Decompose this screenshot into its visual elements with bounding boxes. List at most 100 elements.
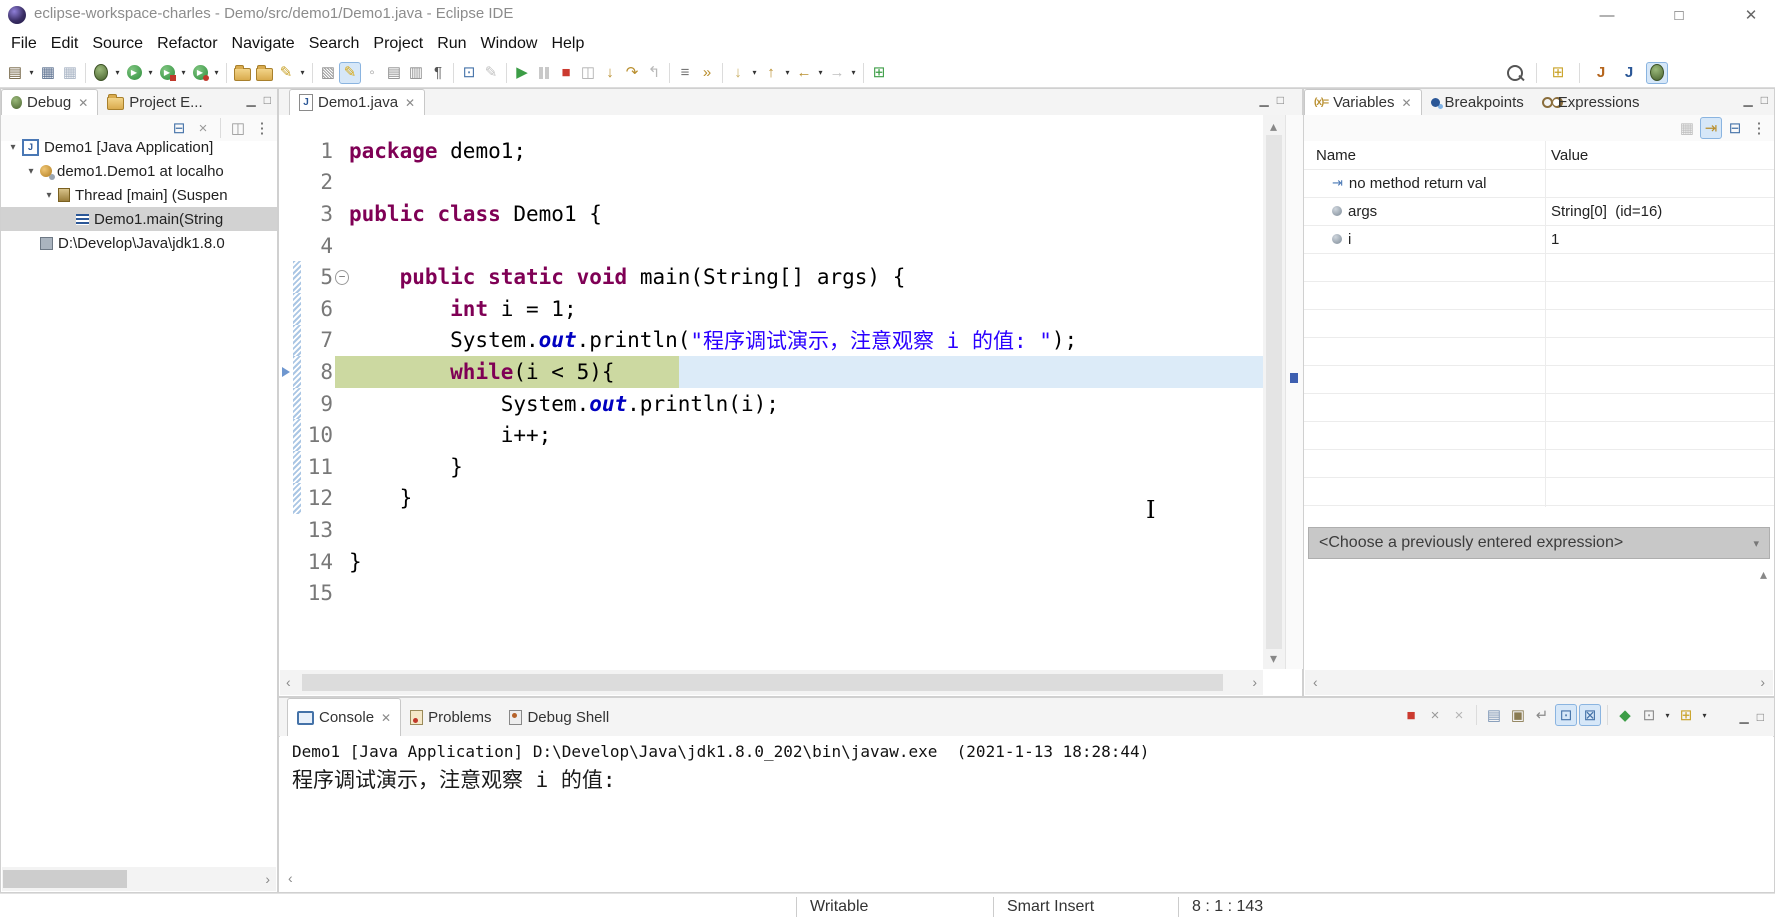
current-line-marker[interactable] <box>1290 373 1298 383</box>
java-perspective-button[interactable]: J <box>1590 62 1612 84</box>
new-wizard-button[interactable]: ▤ <box>4 62 26 84</box>
code-line-14[interactable]: 14} <box>279 546 1263 578</box>
maximize-view-icon[interactable]: □ <box>264 93 271 107</box>
save-button[interactable]: ▦ <box>37 62 59 84</box>
debug-tree-item-1[interactable]: ▾demo1.Demo1 at localho <box>1 159 277 183</box>
code-text[interactable] <box>349 577 1263 609</box>
scroll-left-icon[interactable]: ‹ <box>288 871 293 885</box>
debug-tree-item-4[interactable]: D:\Develop\Java\jdk1.8.0 <box>1 231 277 255</box>
open-resource-button[interactable] <box>253 62 275 84</box>
search-icon[interactable] <box>1504 62 1526 84</box>
minimize-window-button[interactable]: — <box>1585 0 1629 30</box>
editor-vscrollbar[interactable]: ▴ ▾ <box>1263 115 1285 669</box>
minimize-view-icon[interactable]: ▁ <box>1260 93 1269 107</box>
terminate-console-button[interactable]: ■ <box>1400 704 1422 726</box>
show-stdout-toggle[interactable]: ⊡ <box>1555 704 1577 726</box>
step-into-button[interactable]: ↓ <box>599 62 621 84</box>
remove-launch-button[interactable]: × <box>1424 704 1446 726</box>
scroll-up-icon[interactable]: ▴ <box>1760 567 1767 581</box>
code-line-5[interactable]: 5− public static void main(String[] args… <box>279 261 1263 293</box>
detail-pane[interactable]: ▴ <box>1305 559 1773 671</box>
collapse-fold-icon[interactable]: − <box>335 270 349 285</box>
debug-tree-item-0[interactable]: ▾JDemo1 [Java Application] <box>1 135 277 159</box>
scroll-up-icon[interactable]: ▴ <box>1270 119 1277 133</box>
menu-navigate[interactable]: Navigate <box>225 35 302 53</box>
chevron-down-icon[interactable]: ▾ <box>1753 537 1759 550</box>
maximize-window-button[interactable]: □ <box>1657 0 1701 30</box>
menu-window[interactable]: Window <box>474 35 545 53</box>
close-tab-icon[interactable]: ✕ <box>405 96 415 110</box>
scroll-right-icon[interactable]: › <box>1760 675 1765 689</box>
code-text[interactable]: } <box>349 546 1263 578</box>
vars-tab-variables[interactable]: (x)=Variables✕ <box>1304 89 1422 116</box>
scroll-left-icon[interactable]: ‹ <box>286 675 291 689</box>
annotation-button[interactable]: ◦ <box>361 62 383 84</box>
code-text[interactable]: int i = 1; <box>349 293 1263 325</box>
last-edit-location-button[interactable]: ⊞ <box>868 62 890 84</box>
code-line-9[interactable]: 9 System.out.println(i); <box>279 388 1263 420</box>
word-wrap-toggle[interactable]: ↵ <box>1531 704 1553 726</box>
maximize-view-icon[interactable]: □ <box>1757 710 1764 724</box>
debug-tab-debug[interactable]: Debug✕ <box>1 89 98 116</box>
menu-search[interactable]: Search <box>302 35 367 53</box>
open-perspective-button[interactable]: ⊞ <box>1547 62 1569 84</box>
scroll-left-icon[interactable]: ‹ <box>1313 675 1318 689</box>
disconnect-button[interactable]: ◫ <box>577 62 599 84</box>
skip-breakpoints-toggle[interactable]: ≡ <box>674 62 696 84</box>
pin-console-toggle[interactable]: ◆ <box>1614 704 1636 726</box>
menu-project[interactable]: Project <box>366 35 430 53</box>
previous-annotation-button[interactable]: ↑ <box>760 62 782 84</box>
console-tab-console[interactable]: Console✕ <box>287 698 401 737</box>
code-editor[interactable]: 1package demo1;23public class Demo1 {45−… <box>279 115 1263 669</box>
code-line-10[interactable]: 10 i++; <box>279 419 1263 451</box>
collapse-all-button[interactable]: ⊟ <box>1724 117 1746 139</box>
menu-file[interactable]: File <box>4 35 44 53</box>
column-header-value[interactable]: Value <box>1545 147 1588 164</box>
minimize-view-icon[interactable]: ▁ <box>1744 93 1753 107</box>
debug-perspective-button[interactable] <box>1646 62 1668 84</box>
new-snippet-button[interactable]: ▧ <box>317 62 339 84</box>
menu-run[interactable]: Run <box>430 35 473 53</box>
menu-edit[interactable]: Edit <box>44 35 86 53</box>
previous-annotation-button-dropdown[interactable]: ▾ <box>782 68 793 77</box>
resume-button[interactable]: ▶ <box>511 62 533 84</box>
close-tab-icon[interactable]: ✕ <box>381 711 391 725</box>
show-stderr-toggle[interactable]: ⊠ <box>1579 704 1601 726</box>
scroll-down-icon[interactable]: ▾ <box>1270 651 1277 665</box>
column-header-name[interactable]: Name <box>1304 147 1545 164</box>
show-whitespace-toggle[interactable]: ¶ <box>427 62 449 84</box>
code-line-2[interactable]: 2 <box>279 167 1263 199</box>
code-line-11[interactable]: 11 } <box>279 451 1263 483</box>
debug-tab-project-e-[interactable]: Project E... <box>98 89 211 115</box>
code-text[interactable]: i++; <box>349 419 1263 451</box>
scrollbar-thumb[interactable] <box>302 674 1223 691</box>
code-text[interactable]: public static void main(String[] args) { <box>349 261 1263 293</box>
console-tab-problems[interactable]: Problems <box>401 698 500 736</box>
code-line-6[interactable]: 6 int i = 1; <box>279 293 1263 325</box>
chevron-expanded-icon[interactable]: ▾ <box>7 142 19 153</box>
code-line-3[interactable]: 3public class Demo1 { <box>279 198 1263 230</box>
console-output-area[interactable]: Demo1 [Java Application] D:\Develop\Java… <box>280 736 1773 891</box>
javadoc-wizard-button[interactable]: ✎ <box>275 62 297 84</box>
chevron-expanded-icon[interactable]: ▾ <box>25 166 37 177</box>
back-button[interactable]: ← <box>793 62 815 84</box>
variables-row-args[interactable]: argsString[0] (id=16) <box>1304 197 1774 226</box>
debug-button-dropdown[interactable]: ▾ <box>112 68 123 77</box>
show-logical-structure-toggle[interactable]: ⇥ <box>1700 117 1722 139</box>
coverage-button-dropdown[interactable]: ▾ <box>178 68 189 77</box>
open-task-button[interactable] <box>231 62 253 84</box>
close-window-button[interactable]: ✕ <box>1729 0 1773 30</box>
code-text[interactable]: } <box>349 483 1263 515</box>
terminate-button[interactable]: ■ <box>555 62 577 84</box>
display-console-button-dropdown[interactable]: ▾ <box>1662 711 1673 720</box>
variables-row-no-method-return-val[interactable]: ⇥no method return val <box>1304 169 1774 198</box>
jee-perspective-button[interactable]: J <box>1618 62 1640 84</box>
scroll-right-icon[interactable]: › <box>265 872 270 886</box>
next-annotation-button[interactable]: ↓ <box>727 62 749 84</box>
console-tab-debug-shell[interactable]: Debug Shell <box>500 698 618 736</box>
scroll-right-icon[interactable]: › <box>1252 675 1257 689</box>
variables-hscrollbar[interactable]: ‹ › <box>1305 670 1773 695</box>
step-return-button[interactable]: ↰ <box>643 62 665 84</box>
drop-to-frame-button[interactable]: » <box>696 62 718 84</box>
debug-tree-item-2[interactable]: ▾Thread [main] (Suspen <box>1 183 277 207</box>
